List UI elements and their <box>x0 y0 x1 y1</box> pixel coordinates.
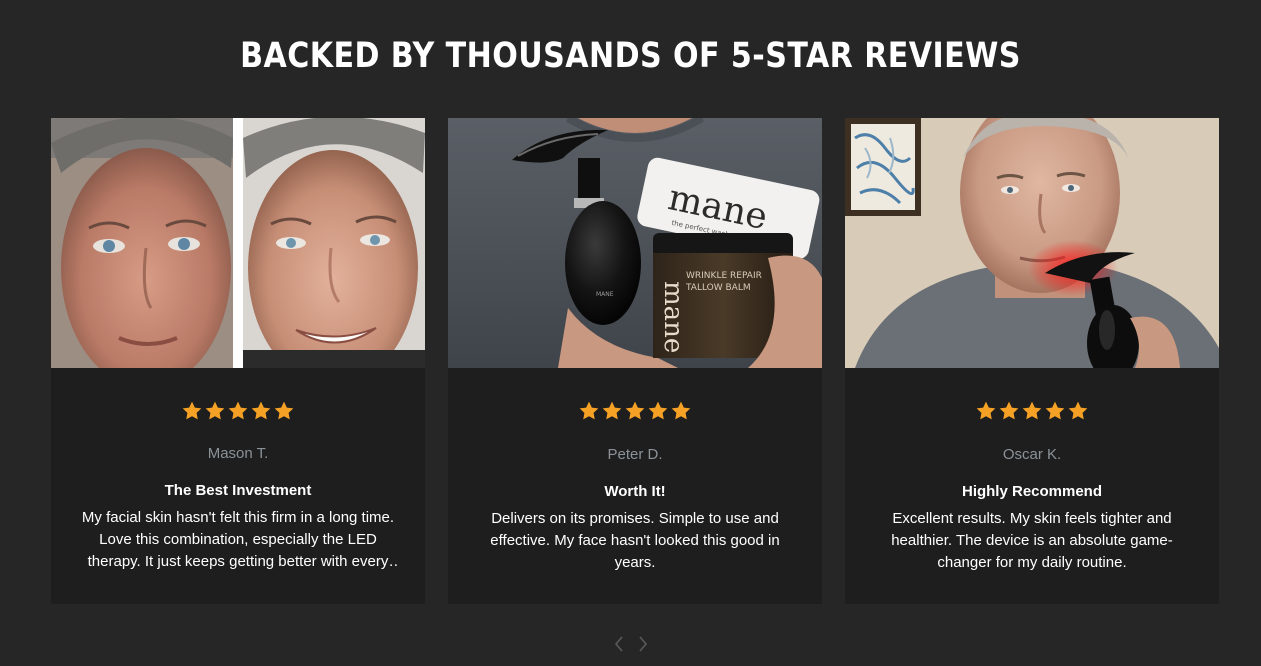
review-card: Oscar K. Highly Recommend Excellent resu… <box>845 118 1219 604</box>
device-brand-label: MANE <box>596 291 614 298</box>
carousel-pagination <box>610 634 652 654</box>
review-text: Excellent results. My skin feels tighter… <box>891 510 1173 571</box>
review-carousel: Mason T. The Best Investment My facial s… <box>51 118 1219 604</box>
star-icon <box>228 401 248 420</box>
section-title: BACKED BY THOUSANDS OF 5-STAR REVIEWS <box>240 36 1021 76</box>
star-icon <box>205 401 225 420</box>
before-after-photo <box>51 118 425 368</box>
star-icon <box>671 401 691 420</box>
star-icon <box>602 401 622 420</box>
reviewer-name: Peter D. <box>607 446 663 463</box>
star-icon <box>976 401 996 420</box>
star-rating <box>845 400 1219 422</box>
review-text: Delivers on its promises. Simple to use … <box>490 510 780 571</box>
review-title: The Best Investment <box>164 482 312 499</box>
star-icon <box>999 401 1019 420</box>
review-title: Worth It! <box>604 483 666 500</box>
jar-title-2: TALLOW BALM <box>685 283 751 293</box>
product-photo: MANE mane the perfect wash WRINKLE REPAI… <box>448 118 822 368</box>
previous-button[interactable] <box>610 634 628 654</box>
star-icon <box>1022 401 1042 420</box>
star-icon <box>1045 401 1065 420</box>
star-icon <box>251 401 271 420</box>
review-card: Mason T. The Best Investment My facial s… <box>51 118 425 604</box>
device-in-use-photo <box>845 118 1219 368</box>
star-icon <box>182 401 202 420</box>
jar-title-1: WRINKLE REPAIR <box>686 271 762 281</box>
star-rating <box>448 400 822 422</box>
review-card: MANE mane the perfect wash WRINKLE REPAI… <box>448 118 822 604</box>
jar-brand-label: mane <box>658 281 688 353</box>
reviewer-name: Mason T. <box>207 445 269 462</box>
chevron-left-icon <box>614 636 623 652</box>
chevron-right-icon <box>639 636 648 652</box>
star-icon <box>625 401 645 420</box>
review-text: My facial skin hasn't felt this firm in … <box>81 509 395 570</box>
review-title: Highly Recommend <box>961 483 1103 500</box>
next-button[interactable] <box>634 634 652 654</box>
star-rating <box>51 400 425 422</box>
reviewer-name: Oscar K. <box>1002 446 1062 463</box>
star-icon <box>1068 401 1088 420</box>
star-icon <box>648 401 668 420</box>
star-icon <box>274 401 294 420</box>
star-icon <box>579 401 599 420</box>
